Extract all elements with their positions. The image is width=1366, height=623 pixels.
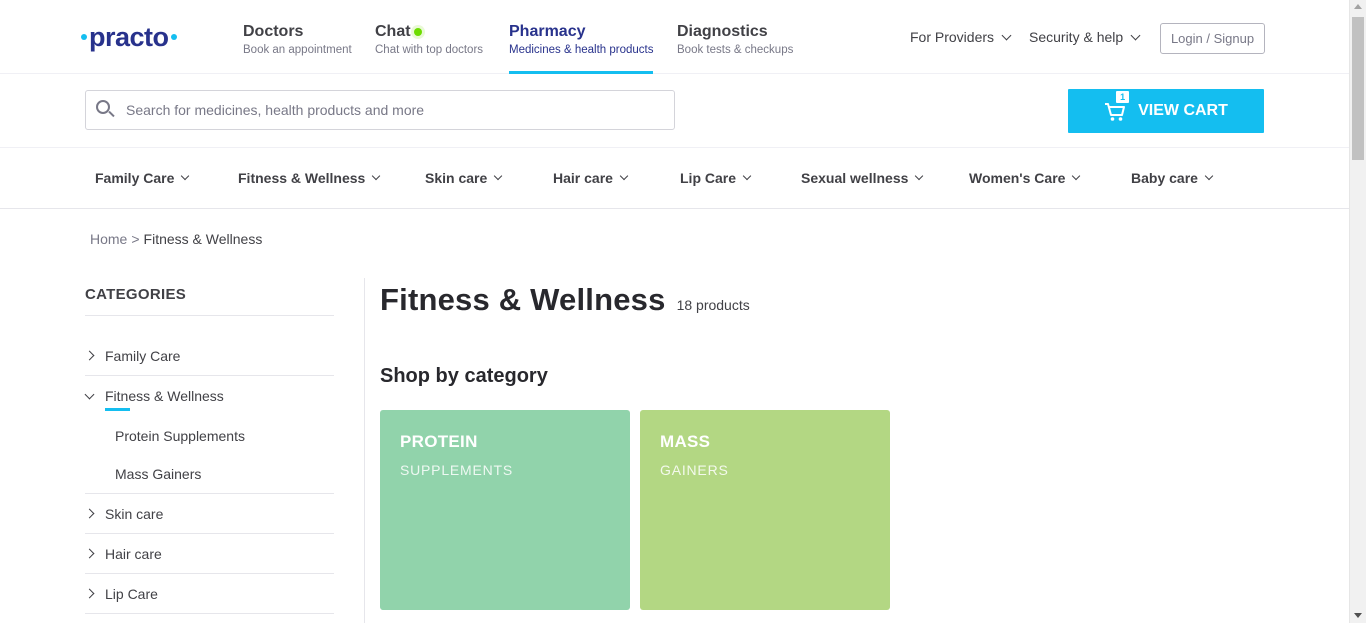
scroll-down-icon[interactable] [1354,613,1362,618]
search-box[interactable] [85,90,675,130]
category-nav-label: Baby care [1131,170,1198,186]
online-status-icon [413,28,422,36]
sidebar-subitem-protein-supplements[interactable]: Protein Supplements [85,416,334,455]
chevron-right-icon [84,548,95,559]
for-providers-menu[interactable]: For Providers [910,29,1012,45]
security-help-menu[interactable]: Security & help [1029,29,1141,45]
sidebar-item-label: Skin care [105,505,164,522]
nav-doctors-title: Doctors [243,23,304,40]
chevron-down-icon [742,171,752,181]
sidebar-item-family-care[interactable]: Family Care [84,336,334,376]
tile-title: MASS [660,432,711,451]
page-scrollbar[interactable] [1349,0,1366,623]
cart-icon: 1 [1104,91,1130,121]
category-nav-label: Lip Care [680,170,737,186]
top-header: practo Doctors Book an appointment Chat … [0,0,1349,75]
logo-dot-right [170,34,177,40]
logo-text: practo [89,22,169,52]
nav-doctors[interactable]: Doctors Book an appointment [243,22,352,74]
logo-dot-left [81,34,87,40]
security-help-label: Security & help [1029,29,1124,45]
search-icon [96,100,116,120]
view-cart-button[interactable]: 1 VIEW CART [1068,89,1264,133]
breadcrumb-home[interactable]: Home [90,231,127,247]
sidebar-item-label: Family Care [105,347,181,364]
tile-subtitle: GAINERS [660,462,729,478]
breadcrumb: Home > Fitness & Wellness [90,231,262,247]
chevron-down-icon [372,171,381,181]
nav-pharmacy-subtitle: Medicines & health products [509,44,654,56]
breadcrumb-separator: > [131,231,140,247]
scrollbar-thumb[interactable] [1352,17,1364,160]
sidebar-item-skin-care[interactable]: Skin care [84,494,334,534]
nav-pharmacy-title: Pharmacy [509,23,586,40]
sidebar-item-hair-care[interactable]: Hair care [84,534,334,574]
category-nav-label: Sexual wellness [801,170,909,186]
chevron-down-icon [1204,171,1214,181]
search-band: 1 VIEW CART [0,74,1349,148]
category-nav-sexual-wellness[interactable]: Sexual wellness [801,170,924,186]
for-providers-label: For Providers [910,29,995,45]
category-nav-label: Hair care [553,170,613,186]
nav-pharmacy[interactable]: Pharmacy Medicines & health products [509,22,654,75]
nav-diagnostics-title: Diagnostics [677,23,768,40]
chevron-down-icon [619,171,629,181]
nav-chat-subtitle: Chat with top doctors [375,44,484,56]
category-tile-mass-gainers[interactable]: MASS GAINERS [640,410,890,610]
chevron-right-icon [84,350,95,361]
nav-chat[interactable]: Chat Chat with top doctors [375,22,483,74]
categories-sidebar: CATEGORIES Family Care Fitness & Wellnes… [84,280,334,614]
sidebar-item-label: Lip Care [105,585,158,602]
chevron-down-icon [915,171,924,181]
category-nav-hair-care[interactable]: Hair care [553,170,629,186]
nav-diagnostics[interactable]: Diagnostics Book tests & checkups [677,22,793,74]
sidebar-title: CATEGORIES [85,280,334,316]
tile-subtitle: SUPPLEMENTS [400,462,514,478]
chevron-down-icon [181,171,190,181]
view-cart-label: VIEW CART [1138,102,1228,119]
practo-logo[interactable]: practo [81,22,177,52]
scroll-up-icon[interactable] [1354,4,1362,9]
shop-by-category-heading: Shop by category [380,365,548,387]
login-signup-button[interactable]: Login / Signup [1160,23,1265,54]
category-nav-fitness-wellness[interactable]: Fitness & Wellness [238,170,381,186]
chevron-down-icon [84,389,95,399]
sidebar-item-label: Fitness & Wellness [105,388,224,411]
page-title: Fitness & Wellness [380,282,666,317]
cart-count-badge: 1 [1116,91,1130,103]
category-nav-label: Skin care [425,170,488,186]
chevron-right-icon [84,588,95,599]
category-nav-label: Fitness & Wellness [238,170,366,186]
sidebar-item-lip-care[interactable]: Lip Care [84,574,334,614]
category-nav-lip-care[interactable]: Lip Care [680,170,752,186]
product-count: 18 products [676,297,750,313]
tile-title: PROTEIN [400,432,478,451]
category-nav-womens-care[interactable]: Women's Care [969,170,1081,186]
category-nav-family-care[interactable]: Family Care [95,170,190,186]
nav-chat-title: Chat [375,23,411,40]
nav-diagnostics-subtitle: Book tests & checkups [677,44,794,56]
category-nav-skin-care[interactable]: Skin care [425,170,503,186]
sidebar-item-fitness-wellness[interactable]: Fitness & Wellness [84,376,334,416]
chevron-down-icon [1130,30,1141,40]
breadcrumb-current: Fitness & Wellness [143,231,263,247]
category-nav-label: Family Care [95,170,175,186]
category-tile-protein-supplements[interactable]: PROTEIN SUPPLEMENTS [380,410,630,610]
vertical-divider [364,278,365,623]
category-nav-baby-care[interactable]: Baby care [1131,170,1214,186]
chevron-down-icon [1001,30,1012,40]
sidebar-item-label: Hair care [105,545,162,562]
chevron-right-icon [84,508,95,519]
chevron-down-icon [1072,171,1081,181]
search-input[interactable] [126,102,656,118]
nav-chat-title-row: Chat [375,22,483,42]
chevron-down-icon [494,171,503,181]
nav-doctors-subtitle: Book an appointment [243,44,352,56]
category-nav: Family Care Fitness & Wellness Skin care… [0,148,1349,209]
sidebar-subitem-mass-gainers[interactable]: Mass Gainers [85,455,334,494]
category-nav-label: Women's Care [969,170,1066,186]
page-title-row: Fitness & Wellness 18 products [380,282,750,318]
